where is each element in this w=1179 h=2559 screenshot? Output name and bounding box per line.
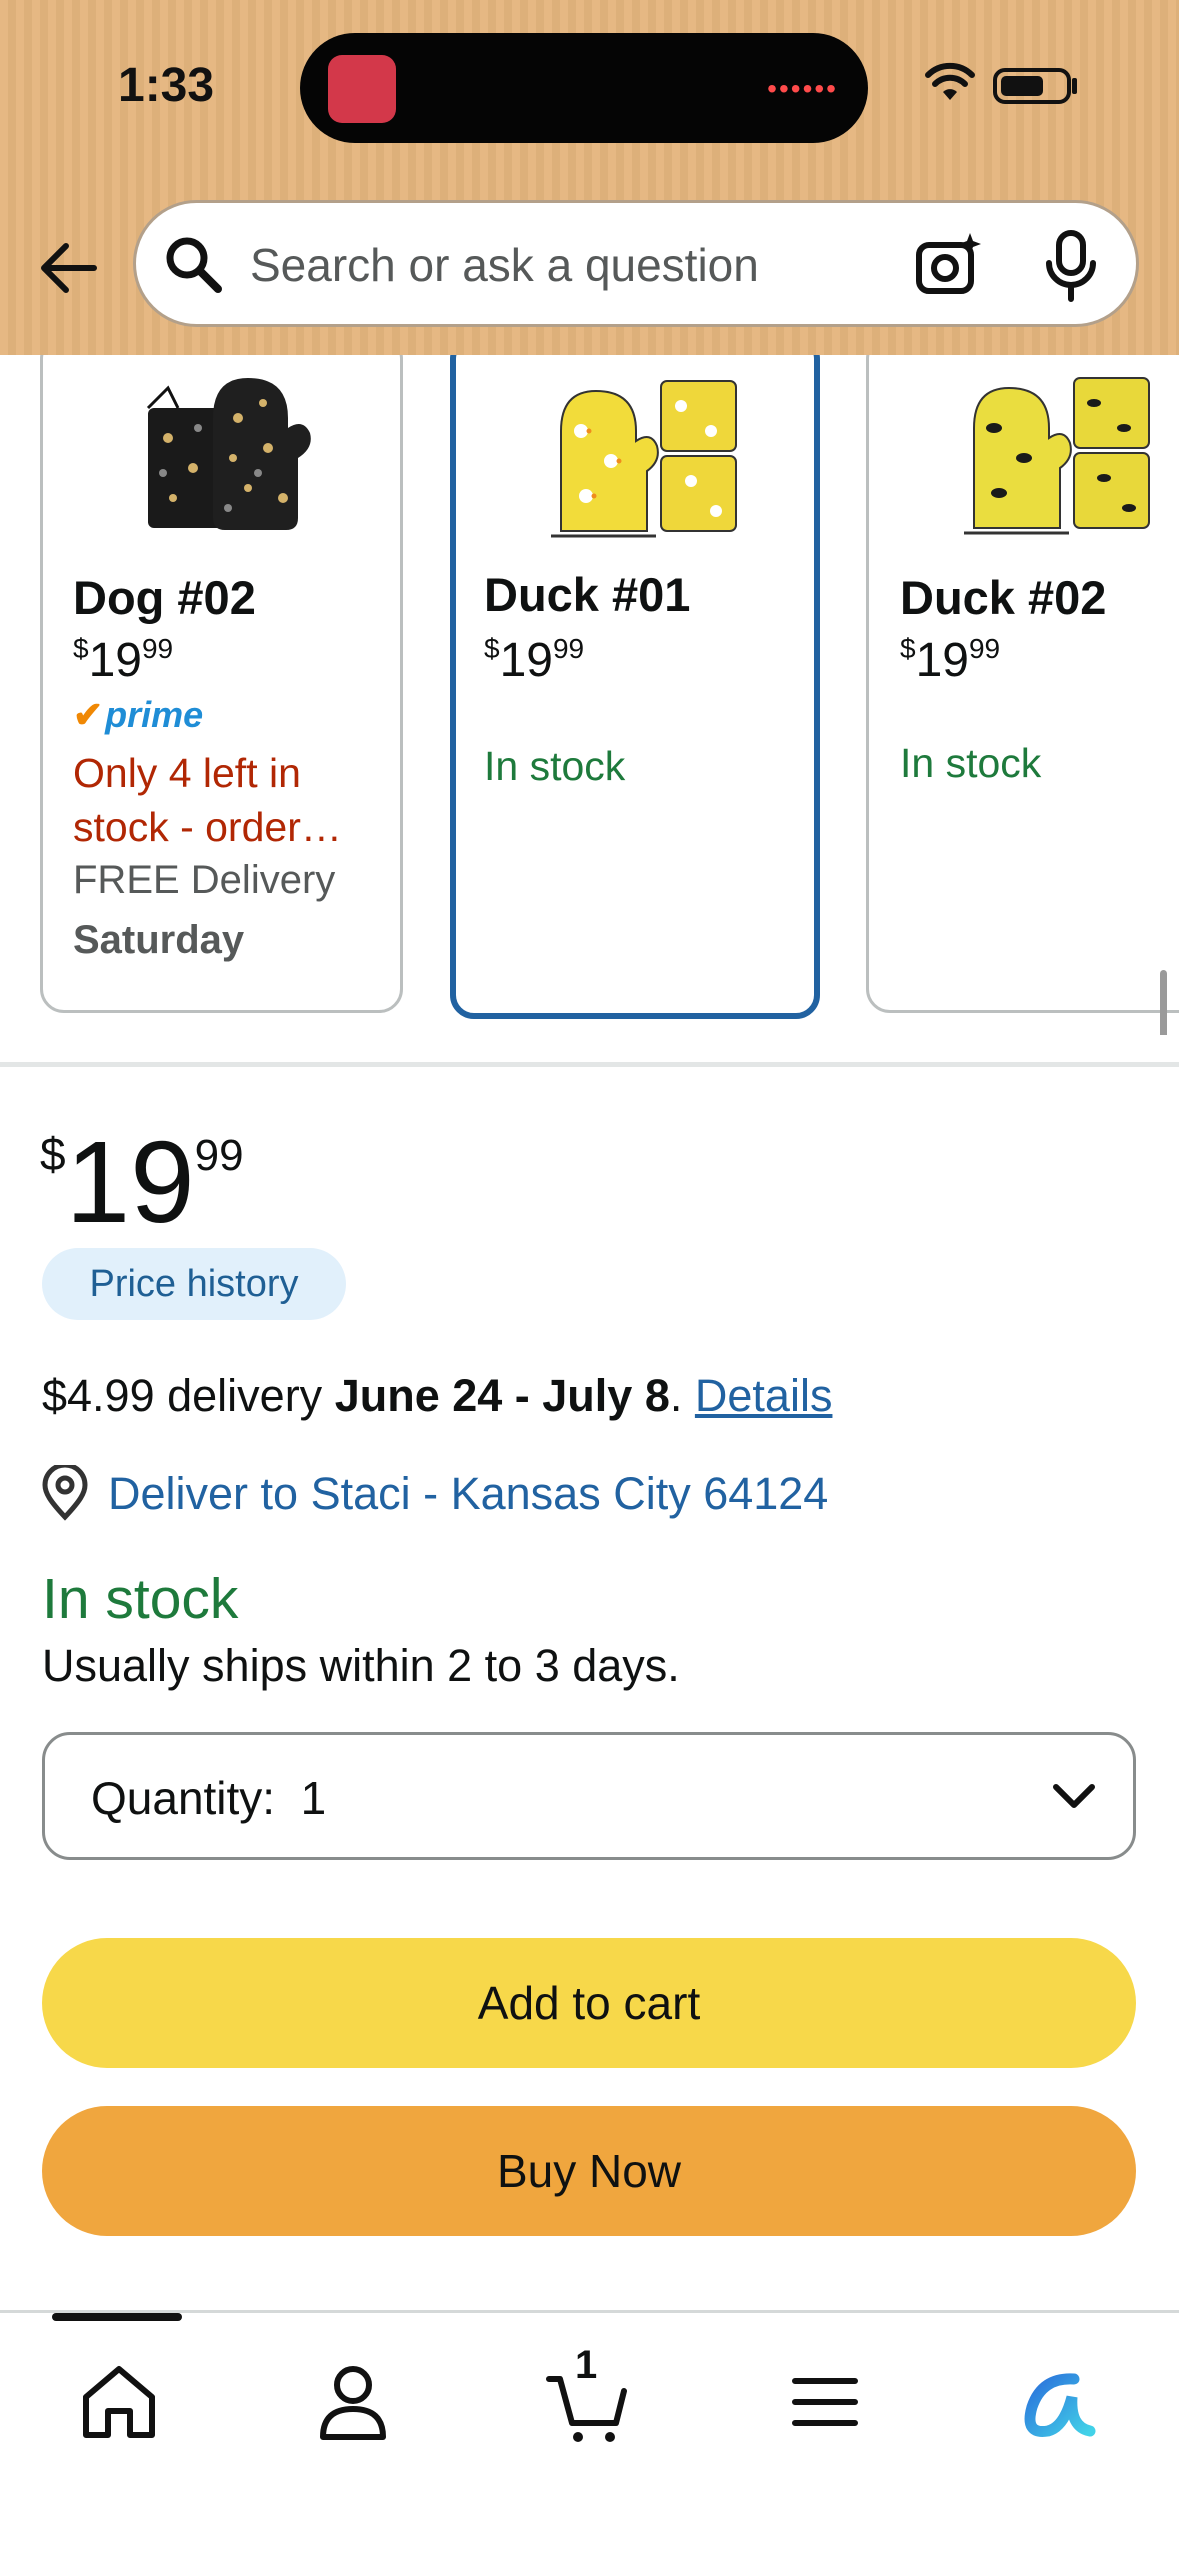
account-icon[interactable]	[308, 2357, 398, 2447]
chevron-down-icon	[1053, 1784, 1095, 1808]
menu-icon[interactable]	[780, 2357, 870, 2447]
price-history-button[interactable]: Price history	[42, 1248, 346, 1320]
shipping-estimate: Usually ships within 2 to 3 days.	[42, 1640, 680, 1691]
product-image-duck-mitt[interactable]	[531, 361, 751, 546]
delivery-dates: June 24 - July 8	[334, 1370, 670, 1421]
scrollbar[interactable]	[1160, 970, 1167, 1035]
cart-count-badge: 1	[575, 2343, 598, 2387]
now-playing-app-icon[interactable]	[328, 55, 396, 123]
location-pin-icon	[42, 1465, 88, 1521]
delivery-day: Saturday	[73, 918, 245, 962]
battery-icon	[993, 68, 1071, 104]
variant-name: Duck #01	[484, 568, 691, 621]
home-icon[interactable]	[74, 2357, 164, 2447]
product-image-duck-mitt-black[interactable]	[944, 358, 1164, 543]
rufus-icon[interactable]	[1012, 2357, 1102, 2447]
microphone-icon[interactable]	[1042, 229, 1100, 303]
product-price: $1999	[40, 1117, 244, 1247]
variant-price: $1999	[900, 633, 1001, 687]
variant-name: Dog #02	[73, 571, 256, 624]
variant-price: $1999	[484, 633, 585, 687]
dynamic-island: ••••••	[300, 33, 868, 143]
variant-name: Duck #02	[900, 571, 1107, 624]
variant-stock-status: In stock	[484, 743, 626, 789]
quantity-value: 1	[300, 1772, 327, 1824]
low-stock-warning: Only 4 left in stock - order…	[73, 750, 342, 850]
active-tab-indicator	[52, 2313, 182, 2321]
buy-now-button[interactable]: Buy Now	[42, 2106, 1136, 2236]
variant-carousel[interactable]: Dog #02 $1999 ✔prime Only 4 left in stoc…	[0, 355, 1179, 1035]
bottom-nav: 1	[0, 2310, 1179, 2559]
variant-price: $1999	[73, 633, 174, 687]
product-image-dog-mitt[interactable]	[138, 358, 318, 543]
deliver-to-link[interactable]: Deliver to Staci - Kansas City 64124	[108, 1468, 828, 1520]
prime-check-icon: ✔	[73, 694, 104, 735]
variant-stock-status: In stock	[900, 740, 1042, 786]
variant-card-duck-01[interactable]: Duck #01 $1999 In stock	[450, 355, 820, 1019]
battery-nub	[1072, 78, 1077, 94]
variant-card-duck-02[interactable]: Duck #02 $1999 In stock	[866, 355, 1179, 1013]
back-arrow-icon[interactable]	[36, 240, 100, 296]
free-delivery: FREE Delivery	[73, 858, 336, 902]
search-input[interactable]	[248, 223, 1012, 307]
delivery-details-link[interactable]: Details	[695, 1370, 833, 1421]
status-time: 1:33	[118, 59, 215, 112]
quantity-select[interactable]: Quantity: 1	[42, 1732, 1136, 1860]
camera-search-icon[interactable]	[914, 231, 984, 301]
header: 1:33 ••••••	[0, 0, 1179, 355]
stock-status: In stock	[42, 1567, 239, 1631]
audio-wave-icon: ••••••	[767, 73, 838, 104]
wifi-icon	[925, 62, 975, 100]
quantity-label: Quantity: 1	[91, 1772, 327, 1824]
search-bar[interactable]	[133, 200, 1139, 327]
delivery-info: $4.99 delivery June 24 - July 8. Details	[42, 1370, 833, 1421]
search-icon	[166, 237, 222, 293]
add-to-cart-button[interactable]: Add to cart	[42, 1938, 1136, 2068]
divider	[0, 1062, 1179, 1067]
variant-card-dog-02[interactable]: Dog #02 $1999 ✔prime Only 4 left in stoc…	[40, 355, 403, 1013]
prime-badge: ✔prime	[73, 694, 204, 735]
